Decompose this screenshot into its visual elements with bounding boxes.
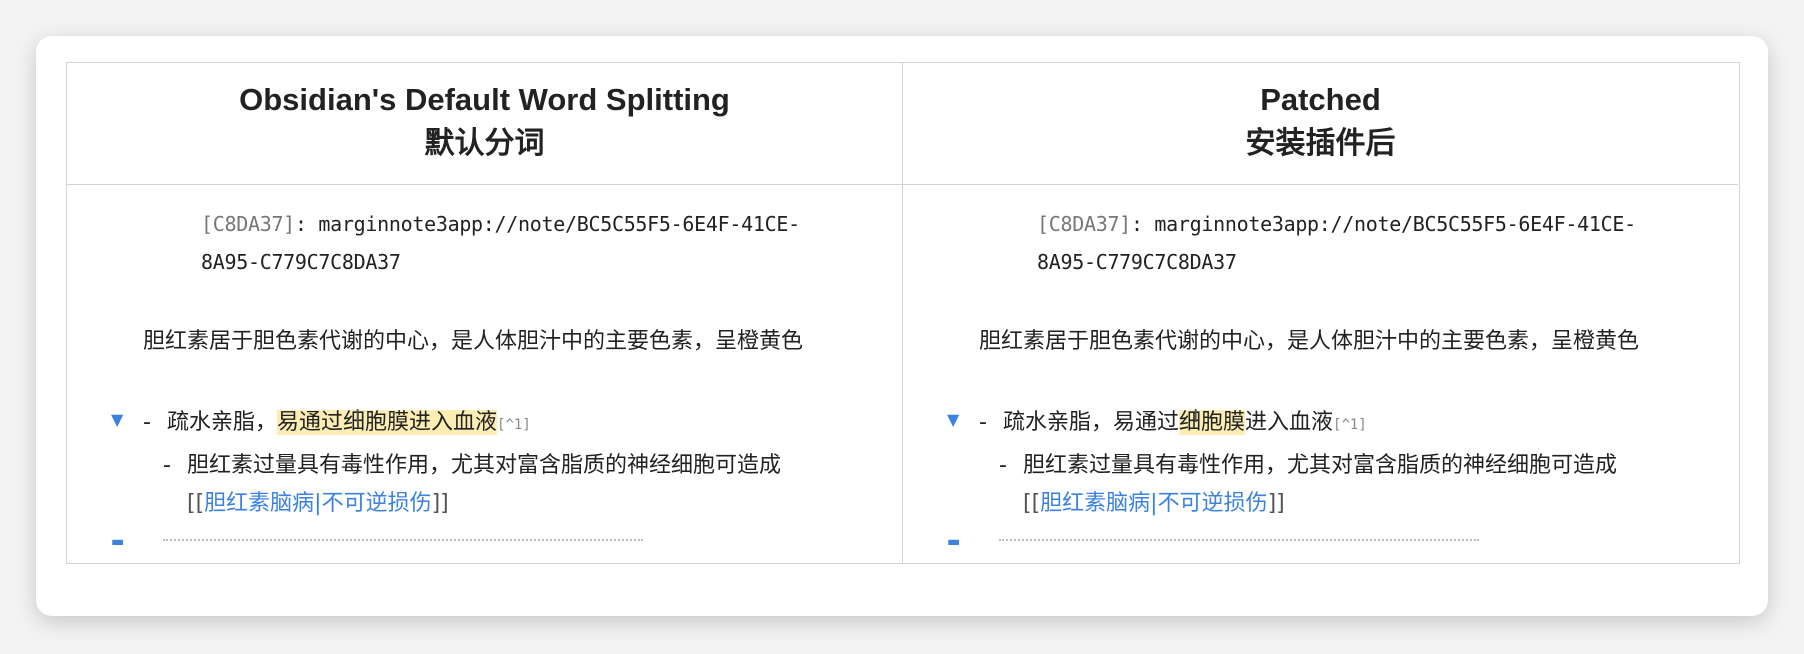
ref-url-line1: marginnote3app://note/BC5C55F5-6E4F-41CE… [1154,212,1636,236]
ref-url-line2: 8A95-C779C7C8DA37 [201,250,401,274]
text-before: 疏水亲脂，易通过 [1003,410,1180,435]
collapse-arrow-icon[interactable]: ▼ [947,403,959,437]
wikilink-line: [[胆红素脑病|不可逆损伤]] [1023,485,1285,523]
link-open-bracket: [[ [1023,491,1041,516]
text-after: 进入血液 [1245,410,1334,435]
header-title-zh: 默认分词 [424,125,545,161]
reference-definition: [C8DA37]: marginnote3app://note/BC5C55F5… [1037,205,1636,281]
list-bullet: - [979,410,987,435]
header-title-en: Patched [1260,81,1381,117]
wikilink[interactable]: 胆红素脑病|不可逆损伤 [204,491,431,516]
collapse-arrow-icon[interactable]: ▬ [111,535,124,549]
comparison-card: Obsidian's Default Word Splitting 默认分词 [… [36,36,1768,616]
paragraph: 胆红素居于胆色素代谢的中心，是人体胆汁中的主要色素，呈橙黄色 [979,329,1640,354]
collapse-arrow-icon[interactable]: ▬ [947,535,960,549]
link-close-bracket: ]] [431,491,449,516]
comparison-table: Obsidian's Default Word Splitting 默认分词 [… [66,62,1740,564]
list-bullet: - [999,453,1007,478]
wikilink[interactable]: 胆红素脑病|不可逆损伤 [1040,491,1267,516]
column-header: Patched 安装插件后 [903,63,1738,185]
list-item-text: 疏水亲脂，易通过细胞膜进入血液[^1] [1003,403,1367,445]
ref-key: [C8DA37] [1037,212,1131,236]
ref-url-line2: 8A95-C779C7C8DA37 [1037,250,1237,274]
clipped-line [999,539,1479,549]
word-highlight: 细胞膜 [1179,410,1246,435]
text-cursor-icon: I [355,406,361,427]
list-bullet: - [163,453,171,478]
ref-sep: : [1130,212,1155,236]
header-title-en: Obsidian's Default Word Splitting [239,81,730,117]
paragraph: 胆红素居于胆色素代谢的中心，是人体胆汁中的主要色素，呈橙黄色 [143,329,804,354]
nested-item-text: 胆红素过量具有毒性作用，尤其对富含脂质的神经细胞可造成 [187,453,782,478]
editor-content[interactable]: [C8DA37]: marginnote3app://note/BC5C55F5… [67,185,902,563]
list-item-text: 疏水亲脂，易通过细胞膜进入血液[^1] [167,403,531,445]
list-item: ▼ - 疏水亲脂，易通过细胞膜进入血液[^1] I [111,403,856,443]
footnote-ref[interactable]: [^1] [1333,417,1367,433]
footnote-ref[interactable]: [^1] [497,417,531,433]
list-item: ▼ - 疏水亲脂，易通过细胞膜进入血液[^1] I [947,403,1692,443]
default-column: Obsidian's Default Word Splitting 默认分词 [… [67,63,903,563]
header-title-zh: 安装插件后 [1245,125,1396,161]
ref-url-line1: marginnote3app://note/BC5C55F5-6E4F-41CE… [318,212,800,236]
collapse-arrow-icon[interactable]: ▼ [111,403,123,437]
nested-item-text: 胆红素过量具有毒性作用，尤其对富含脂质的神经细胞可造成 [1023,453,1618,478]
ref-sep: : [294,212,319,236]
patched-column: Patched 安装插件后 [C8DA37]: marginnote3app:/… [903,63,1738,563]
clipped-line [163,539,643,549]
list-bullet: - [143,410,151,435]
link-open-bracket: [[ [187,491,205,516]
wikilink-line: [[胆红素脑病|不可逆损伤]] [187,485,449,523]
text-before: 疏水亲脂， [167,410,278,435]
reference-definition: [C8DA37]: marginnote3app://note/BC5C55F5… [201,205,800,281]
link-close-bracket: ]] [1267,491,1285,516]
word-highlight: 易通过细胞膜进入血液 [277,410,498,435]
ref-key: [C8DA37] [201,212,295,236]
text-cursor-icon: I [1193,406,1199,427]
column-header: Obsidian's Default Word Splitting 默认分词 [67,63,902,185]
editor-content[interactable]: [C8DA37]: marginnote3app://note/BC5C55F5… [903,185,1738,563]
